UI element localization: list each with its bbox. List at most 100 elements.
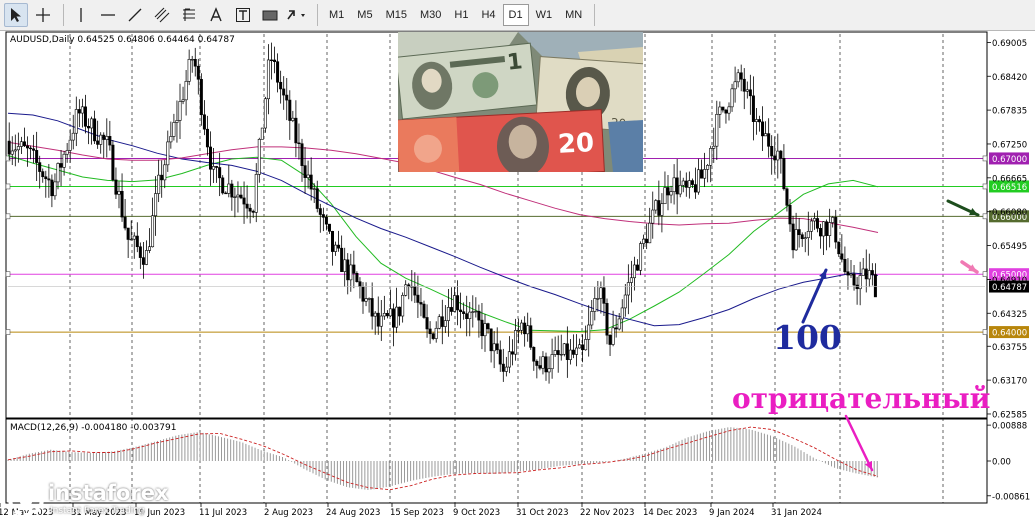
candle-bear: [666, 187, 670, 196]
candle-bull: [648, 222, 652, 244]
candle-bear: [224, 192, 228, 195]
candle-bull: [257, 139, 261, 175]
candle-bull: [62, 153, 66, 168]
candle-bull: [169, 136, 173, 143]
candle-bear: [870, 270, 874, 275]
candle-bear: [324, 216, 328, 225]
candle-bear: [462, 311, 466, 314]
crosshair-icon[interactable]: [31, 3, 55, 27]
banknote-photo: 1 20 20: [398, 32, 643, 172]
chart-area[interactable]: 0.67000 0.66516 0.66000 0.65000 0.64000 0.69…: [0, 31, 1035, 522]
timeframe-m15[interactable]: M15: [380, 4, 413, 26]
level-anchor-right: [982, 213, 988, 220]
candle-bear: [282, 88, 286, 96]
candle-bear: [96, 140, 100, 145]
toolbar: M1 M5 M15 M30 H1 H4 D1 W1 MN: [0, 0, 1035, 31]
vertical-line-icon[interactable]: [69, 3, 93, 27]
candle-bull: [343, 259, 347, 272]
horizontal-line-icon[interactable]: [96, 3, 120, 27]
candle-bear: [791, 223, 795, 251]
timeframe-h4[interactable]: H4: [475, 4, 501, 26]
price-axis-label: 0.66080: [992, 208, 1027, 218]
candle-bull: [388, 308, 392, 317]
candle-bear: [489, 328, 493, 352]
text-icon[interactable]: [204, 3, 228, 27]
candle-bull: [483, 323, 487, 337]
candle-bull: [617, 318, 621, 330]
timeframe-m5[interactable]: M5: [351, 4, 378, 26]
candle-bear: [422, 303, 426, 318]
svg-text:1: 1: [506, 49, 524, 75]
candle-bear: [800, 234, 804, 240]
candle-bull: [593, 298, 597, 312]
candle-bear: [218, 167, 222, 179]
candle-bear: [340, 247, 344, 272]
candle-bear: [456, 295, 460, 311]
timeframe-h1[interactable]: H1: [448, 4, 474, 26]
candle-bear: [221, 177, 225, 194]
candle-bull: [574, 347, 578, 355]
candle-bear: [59, 163, 63, 168]
candle-bull: [611, 327, 615, 345]
candle-bear: [138, 246, 142, 258]
arrows-icon[interactable]: [285, 3, 309, 27]
candle-bear: [840, 253, 844, 260]
candle-bull: [672, 177, 676, 192]
candle-bear: [739, 72, 743, 80]
price-axis-label: 0.66665: [992, 174, 1027, 184]
level-anchor-left: [5, 213, 11, 220]
timeframe-d1[interactable]: D1: [502, 4, 529, 26]
candle-bull: [151, 215, 155, 248]
date-axis-label: 15 Sep 2023: [390, 508, 444, 518]
candle-bull: [65, 150, 69, 155]
candle-bull: [68, 139, 72, 151]
candle-bear: [300, 143, 304, 166]
channel-icon[interactable]: [150, 3, 174, 27]
cursor-icon[interactable]: [4, 3, 28, 27]
candle-bull: [623, 294, 627, 309]
candle-bull: [764, 133, 768, 137]
timeframe-m1[interactable]: M1: [323, 4, 350, 26]
candle-bear: [465, 313, 469, 319]
candle-bear: [645, 238, 649, 244]
timeframe-m30[interactable]: M30: [414, 4, 447, 26]
date-axis-label: 9 Jan 2024: [709, 508, 755, 518]
candle-bear: [510, 351, 514, 355]
current-price-label: 0.64787: [992, 283, 1027, 293]
candle-bear: [635, 264, 639, 271]
level-anchor-right: [982, 183, 988, 190]
timeframe-w1[interactable]: W1: [530, 4, 559, 26]
candle-bear: [700, 169, 704, 179]
timeframe-mn[interactable]: MN: [559, 4, 588, 26]
text-label-icon[interactable]: [231, 3, 255, 27]
candle-bull: [349, 264, 353, 281]
price-axis-label: 0.63170: [992, 377, 1027, 387]
candle-bear: [428, 328, 432, 335]
candle-bear: [318, 208, 322, 215]
trendline-icon[interactable]: [123, 3, 147, 27]
candle-bear: [757, 119, 761, 123]
date-axis-label: 22 Nov 2023: [580, 508, 634, 518]
candle-bear: [141, 257, 145, 265]
shapes-icon[interactable]: [258, 3, 282, 27]
candle-bull: [776, 150, 780, 161]
candle-bear: [785, 188, 789, 206]
level-tag-label: 0.67000: [992, 155, 1027, 165]
candle-bull: [19, 141, 23, 147]
candle-bear: [846, 271, 850, 276]
toolbar-divider: [317, 4, 318, 26]
candle-bear: [535, 360, 539, 366]
candle-bull: [474, 310, 478, 313]
level-anchor-left: [5, 329, 11, 335]
candle-bull: [367, 298, 371, 300]
candle-bull: [148, 246, 152, 251]
candle-bear: [193, 58, 197, 67]
candle-bull: [172, 122, 176, 137]
candle-bear: [297, 142, 301, 145]
date-axis-label: 14 Dec 2023: [643, 508, 697, 518]
candle-bear: [532, 347, 536, 362]
candle-bear: [346, 259, 350, 281]
level-anchor-right: [982, 329, 988, 335]
candle-bull: [727, 106, 731, 114]
fibonacci-icon[interactable]: [177, 3, 201, 27]
